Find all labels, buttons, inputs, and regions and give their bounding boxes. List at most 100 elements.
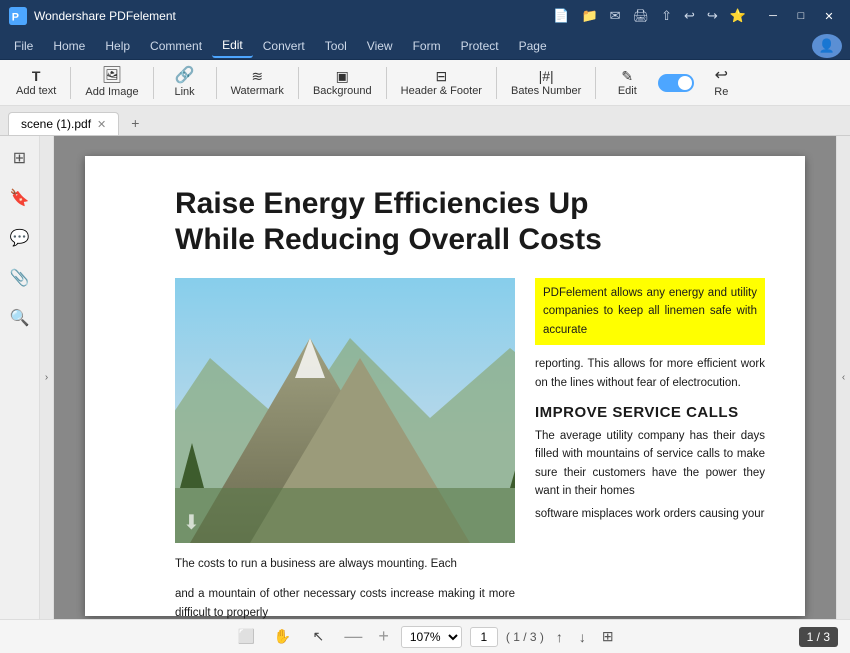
app-icon: P xyxy=(8,6,28,26)
tab-close-icon[interactable]: ✕ xyxy=(97,118,106,131)
previous-page-button[interactable]: ↑ xyxy=(552,627,567,647)
redo-button[interactable]: ↩ Re xyxy=(696,64,746,102)
folder-icon[interactable]: 📁 xyxy=(577,6,601,26)
menu-help[interactable]: Help xyxy=(95,35,140,57)
menu-view[interactable]: View xyxy=(357,35,403,57)
content-columns: ⬇ The costs to run a business are always… xyxy=(175,278,765,619)
menu-bar: File Home Help Comment Edit Convert Tool… xyxy=(0,32,850,60)
toolbar-separator-2 xyxy=(153,67,154,99)
left-column: ⬇ The costs to run a business are always… xyxy=(175,278,515,619)
email-icon[interactable]: ✉ xyxy=(606,6,625,26)
document-title: Raise Energy Efficiencies Up While Reduc… xyxy=(175,186,605,258)
attachments-panel-icon[interactable]: 📎 xyxy=(6,264,34,292)
body-text-bottom-2: and a mountain of other necessary costs … xyxy=(175,585,515,619)
minimize-button[interactable]: ─ xyxy=(760,4,786,28)
svg-text:P: P xyxy=(12,12,19,24)
toolbar-separator-4 xyxy=(298,67,299,99)
section-body-text-end: software misplaces work orders causing y… xyxy=(535,505,765,523)
fit-page-button[interactable]: ⊞ xyxy=(598,626,618,647)
pages-panel-icon[interactable]: ⊞ xyxy=(9,144,30,172)
search-panel-icon[interactable]: 🔍 xyxy=(6,304,34,332)
mountain-image: ⬇ xyxy=(175,278,515,543)
maximize-button[interactable]: □ xyxy=(788,4,814,28)
menu-convert[interactable]: Convert xyxy=(253,35,315,57)
bookmarks-panel-icon[interactable]: 🔖 xyxy=(6,184,34,212)
separator-line-2: + xyxy=(378,626,389,647)
link-button[interactable]: 🔗 Link xyxy=(160,64,210,102)
tab-label: scene (1).pdf xyxy=(21,117,91,131)
add-image-icon: 🖼 xyxy=(102,68,122,84)
menu-form[interactable]: Form xyxy=(403,35,451,57)
share-icon[interactable]: ⇧ xyxy=(657,6,676,26)
collapse-right-handle[interactable]: ‹ xyxy=(836,136,850,619)
toggle-container xyxy=(658,74,694,92)
star-icon[interactable]: ⭐ xyxy=(726,6,750,26)
page-number-input[interactable] xyxy=(470,627,498,647)
bates-number-button[interactable]: |#| Bates Number xyxy=(503,65,589,101)
menu-tool[interactable]: Tool xyxy=(315,35,357,57)
title-bar: P Wondershare PDFelement 📄 📁 ✉ 🖨 ⇧ ↩ ↪ ⭐… xyxy=(0,0,850,32)
next-page-button[interactable]: ↓ xyxy=(575,627,590,647)
right-column: PDFelement allows any energy and utility… xyxy=(535,278,765,619)
collapse-left-handle[interactable]: › xyxy=(40,136,54,619)
redo-icon: ↩ xyxy=(715,68,728,84)
toolbar-separator-3 xyxy=(216,67,217,99)
section-heading: IMPROVE SERVICE CALLS xyxy=(535,404,765,421)
header-footer-button[interactable]: ⊟ Header & Footer xyxy=(393,65,490,101)
separator-line-1: — xyxy=(344,626,362,647)
toolbar-separator-5 xyxy=(386,67,387,99)
print-icon[interactable]: 🖨 xyxy=(629,6,654,26)
background-icon: ▣ xyxy=(336,69,349,83)
toolbar-separator-1 xyxy=(70,67,71,99)
menu-comment[interactable]: Comment xyxy=(140,35,212,57)
main-layout: ⊞ 🔖 💬 📎 🔍 › Raise Energy Efficiencies Up… xyxy=(0,136,850,619)
menu-page[interactable]: Page xyxy=(509,35,557,57)
right-body-text-1: reporting. This allows for more efficien… xyxy=(535,355,765,392)
edit-toolbar: T Add text 🖼 Add Image 🔗 Link ≋ Watermar… xyxy=(0,60,850,106)
background-button[interactable]: ▣ Background xyxy=(305,65,380,101)
add-text-icon: T xyxy=(32,69,41,83)
edit-mode-icon: ✎ xyxy=(621,69,633,83)
toolbar-separator-7 xyxy=(595,67,596,99)
link-icon: 🔗 xyxy=(175,68,195,84)
pdf-page: Raise Energy Efficiencies Up While Reduc… xyxy=(85,156,805,616)
comments-panel-icon[interactable]: 💬 xyxy=(6,224,34,252)
header-footer-icon: ⊟ xyxy=(435,69,447,83)
menu-edit[interactable]: Edit xyxy=(212,34,253,58)
watermark-button[interactable]: ≋ Watermark xyxy=(223,65,292,101)
menu-file[interactable]: File xyxy=(4,35,43,57)
tab-bar: scene (1).pdf ✕ + xyxy=(0,106,850,136)
left-sidebar: ⊞ 🔖 💬 📎 🔍 xyxy=(0,136,40,619)
window-controls: ─ □ ✕ xyxy=(760,4,842,28)
edit-mode-button[interactable]: ✎ Edit xyxy=(602,65,652,101)
bottom-bar: ⬜ ✋ ↖ — + 50% 75% 100% 107% 125% 150% 20… xyxy=(0,619,850,653)
add-image-button[interactable]: 🖼 Add Image xyxy=(77,64,146,102)
select-tool-button[interactable]: ⬜ xyxy=(232,623,260,651)
cursor-tool-button[interactable]: ↖ xyxy=(304,623,332,651)
page-counter-badge: 1 / 3 xyxy=(799,627,838,647)
body-text-bottom: The costs to run a business are always m… xyxy=(175,555,515,573)
app-title: Wondershare PDFelement xyxy=(34,9,549,23)
undo-icon[interactable]: ↩ xyxy=(680,6,699,26)
page-total-info: ( 1 / 3 ) xyxy=(506,630,544,644)
menu-home[interactable]: Home xyxy=(43,35,95,57)
pdf-content-area: Raise Energy Efficiencies Up While Reduc… xyxy=(54,136,836,619)
new-doc-icon[interactable]: 📄 xyxy=(549,6,573,26)
pdf-tab[interactable]: scene (1).pdf ✕ xyxy=(8,112,119,135)
redo-icon[interactable]: ↪ xyxy=(703,6,722,26)
add-text-button[interactable]: T Add text xyxy=(8,65,64,101)
bates-number-icon: |#| xyxy=(539,69,554,83)
new-tab-button[interactable]: + xyxy=(123,111,147,135)
watermark-icon: ≋ xyxy=(251,69,263,83)
close-button[interactable]: ✕ xyxy=(816,4,842,28)
edit-toggle[interactable] xyxy=(658,74,694,92)
highlighted-text-block: PDFelement allows any energy and utility… xyxy=(535,278,765,345)
user-avatar[interactable]: 👤 xyxy=(812,34,842,58)
quick-access-toolbar: 📄 📁 ✉ 🖨 ⇧ ↩ ↪ ⭐ xyxy=(549,6,750,26)
zoom-select[interactable]: 50% 75% 100% 107% 125% 150% 200% xyxy=(401,626,462,648)
image-watermark-icon: ⬇ xyxy=(183,510,200,535)
toolbar-separator-6 xyxy=(496,67,497,99)
section-body-text: The average utility company has their da… xyxy=(535,427,765,501)
hand-tool-button[interactable]: ✋ xyxy=(268,623,296,651)
menu-protect[interactable]: Protect xyxy=(451,35,509,57)
